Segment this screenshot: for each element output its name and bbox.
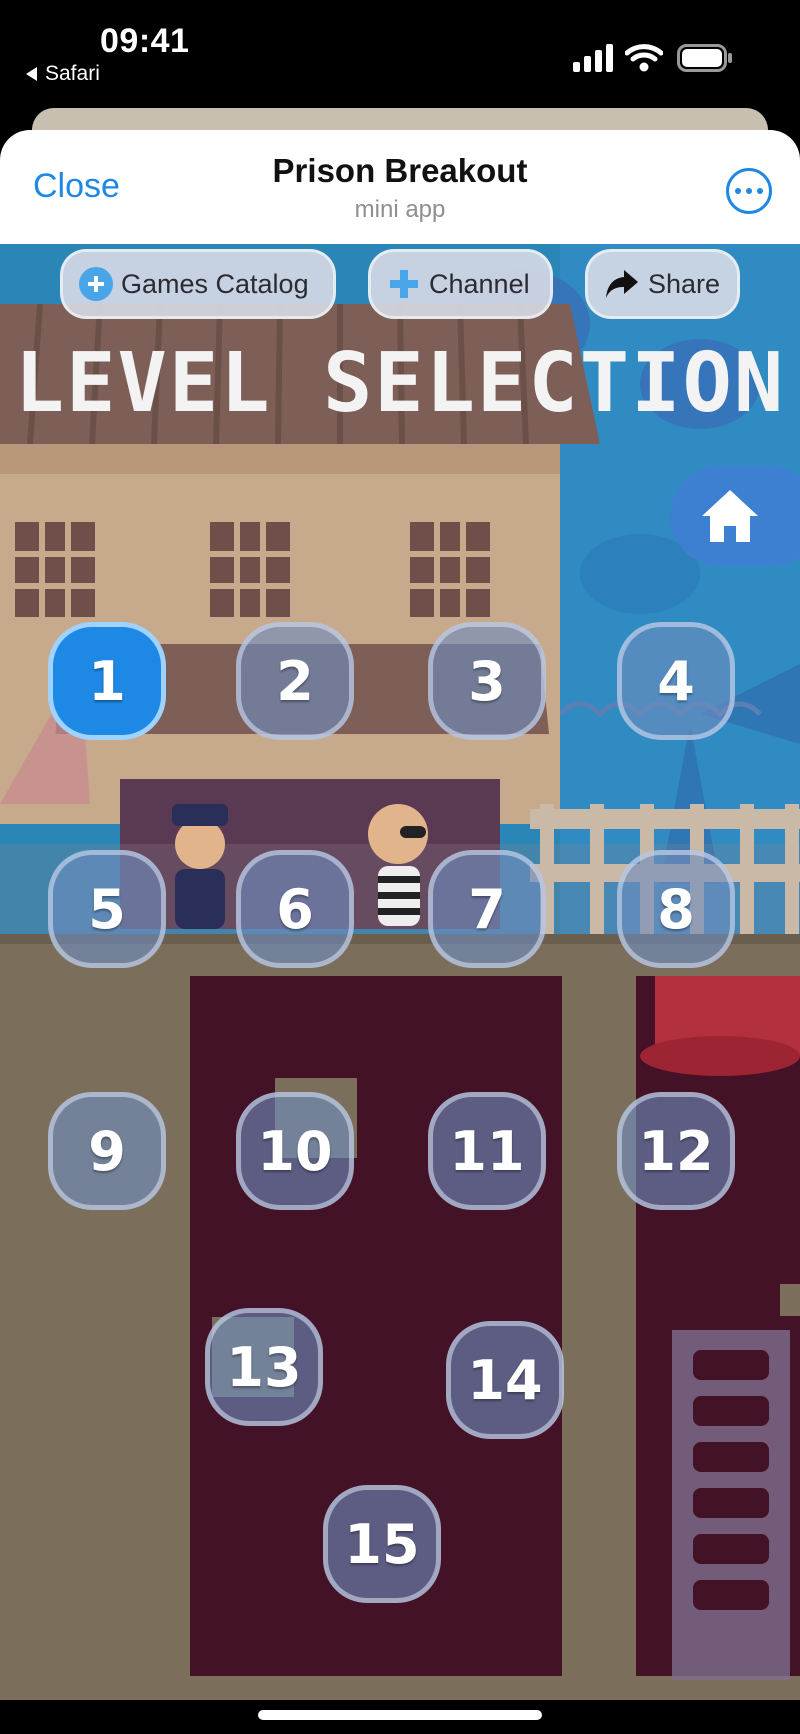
back-app-label: Safari <box>45 62 100 85</box>
back-to-app-link[interactable]: Safari <box>26 62 100 86</box>
level-button-5[interactable]: 5 <box>48 850 166 968</box>
home-button[interactable] <box>670 466 800 566</box>
share-button[interactable]: Share <box>585 249 740 319</box>
level-button-11[interactable]: 11 <box>428 1092 546 1210</box>
triangle-left-icon <box>26 67 37 81</box>
gamepad-icon <box>79 267 113 301</box>
house-icon <box>702 490 758 542</box>
signal-bars-icon <box>573 44 613 72</box>
games-catalog-label: Games Catalog <box>121 268 309 299</box>
level-selection-title: LEVEL SELECTION <box>14 336 786 431</box>
more-options-button[interactable] <box>726 168 772 214</box>
wifi-icon <box>625 44 663 72</box>
games-catalog-button[interactable]: Games Catalog <box>60 249 336 319</box>
level-button-12[interactable]: 12 <box>617 1092 735 1210</box>
status-time: 09:41 <box>100 22 190 60</box>
level-button-1[interactable]: 1 <box>48 622 166 740</box>
level-button-14[interactable]: 14 <box>446 1321 564 1439</box>
channel-button[interactable]: Channel <box>368 249 553 319</box>
status-bar: 09:41 Safari <box>0 0 800 110</box>
share-label: Share <box>648 268 721 299</box>
level-button-2[interactable]: 2 <box>236 622 354 740</box>
app-title: Prison Breakout <box>272 152 528 189</box>
gamepad-icon <box>387 267 421 301</box>
level-button-3[interactable]: 3 <box>428 622 546 740</box>
level-button-4[interactable]: 4 <box>617 622 735 740</box>
home-indicator[interactable] <box>258 1710 542 1720</box>
app-subtitle: mini app <box>354 196 446 223</box>
share-arrow-icon <box>606 270 638 298</box>
battery-icon <box>677 44 732 72</box>
mini-app-header: Close Prison Breakout mini app <box>0 130 800 244</box>
level-button-7[interactable]: 7 <box>428 850 546 968</box>
level-button-10[interactable]: 10 <box>236 1092 354 1210</box>
level-button-6[interactable]: 6 <box>236 850 354 968</box>
ellipsis-circle-icon <box>735 188 741 194</box>
level-button-8[interactable]: 8 <box>617 850 735 968</box>
game-canvas[interactable]: Games Catalog Channel Share LEVEL SELECT… <box>0 244 800 1704</box>
level-button-9[interactable]: 9 <box>48 1092 166 1210</box>
channel-label: Channel <box>429 268 530 299</box>
level-button-15[interactable]: 15 <box>323 1485 441 1603</box>
level-button-13[interactable]: 13 <box>205 1308 323 1426</box>
